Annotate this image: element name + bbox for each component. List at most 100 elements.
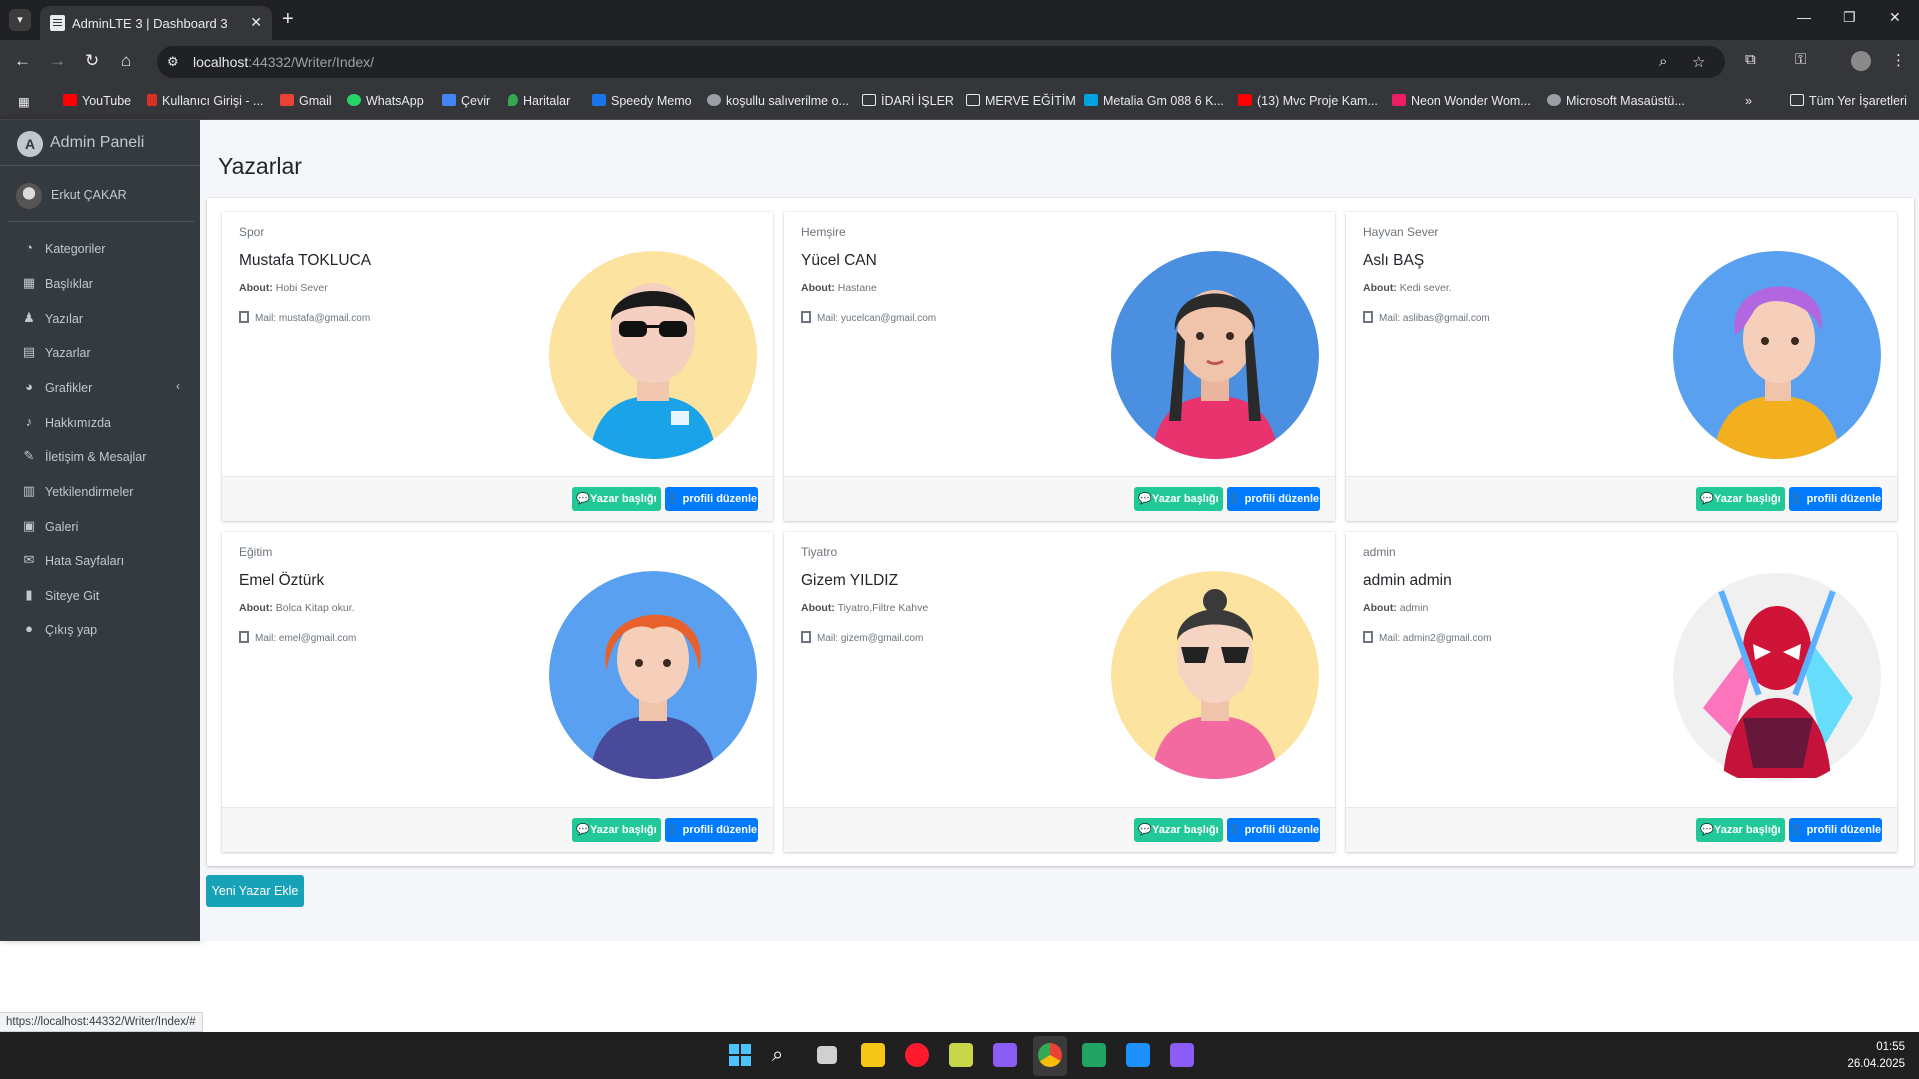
- building-icon: [239, 311, 249, 323]
- edit-profile-button[interactable]: 👤 profili düzenle: [1227, 487, 1320, 511]
- sidebar-item-yazilar[interactable]: ♟ Yazılar: [8, 304, 194, 334]
- bookmark-gmail[interactable]: Gmail: [280, 94, 332, 108]
- edit-profile-button[interactable]: 👤 profili düzenle: [1227, 818, 1320, 842]
- brand-link[interactable]: A Admin Paneli: [0, 120, 200, 166]
- windows-start-icon[interactable]: [728, 1043, 752, 1067]
- home-icon[interactable]: ⌂: [121, 51, 131, 71]
- folder-icon: [1790, 94, 1804, 106]
- file-explorer-icon[interactable]: [861, 1043, 885, 1067]
- building-icon: [801, 631, 811, 643]
- tab-close-icon[interactable]: ✕: [250, 14, 262, 31]
- window-close-icon[interactable]: ✕: [1889, 9, 1901, 26]
- bookmarks-bar: ▦ YouTube Kullanıcı Girişi - ... Gmail W…: [0, 84, 1919, 120]
- writer-titles-button[interactable]: 💬Yazar başlığı: [572, 818, 661, 842]
- bookmark-youtube[interactable]: YouTube: [63, 94, 131, 108]
- image-icon: ▣: [22, 518, 36, 533]
- writer-about: About: Kedi sever.: [1363, 282, 1452, 294]
- restore-icon[interactable]: ❐: [1843, 9, 1856, 26]
- sidebar-item-hakkimizda[interactable]: ♪ Hakkımızda: [8, 408, 194, 438]
- bookmark-speedy-memo[interactable]: Speedy Memo: [592, 94, 692, 108]
- edit-profile-button[interactable]: 👤 profili düzenle: [665, 818, 758, 842]
- bookmark-folder-idari[interactable]: İDARİ İŞLER: [862, 94, 954, 108]
- edit-profile-button[interactable]: 👤 profili düzenle: [665, 487, 758, 511]
- reload-icon[interactable]: ↻: [85, 51, 99, 71]
- writer-titles-button[interactable]: 💬Yazar başlığı: [1696, 487, 1785, 511]
- apps-grid-icon[interactable]: ▦: [18, 94, 30, 109]
- writer-titles-button[interactable]: 💬Yazar başlığı: [572, 487, 661, 511]
- sheets-app-icon[interactable]: [1082, 1043, 1106, 1067]
- writer-avatar: [1111, 571, 1319, 779]
- bookmark-microsoft[interactable]: Microsoft Masaüstü...: [1547, 94, 1685, 108]
- writer-about: About: Hastane: [801, 282, 877, 294]
- bookmark-whatsapp[interactable]: WhatsApp: [347, 94, 424, 108]
- sidebar-item-grafikler[interactable]: ◕ Grafikler ‹: [8, 373, 194, 403]
- globe-icon: [1547, 94, 1561, 106]
- chrome-icon[interactable]: [1038, 1043, 1062, 1067]
- all-bookmarks-folder[interactable]: Tüm Yer İşaretleri: [1790, 94, 1907, 108]
- task-view-icon[interactable]: [817, 1046, 837, 1064]
- writer-titles-button[interactable]: 💬Yazar başlığı: [1134, 818, 1223, 842]
- bookmark-folder-merve[interactable]: MERVE EĞİTİM: [966, 94, 1076, 108]
- password-key-icon[interactable]: ⚿: [1795, 51, 1806, 68]
- bookmark-haritalar[interactable]: Haritalar: [508, 94, 570, 108]
- page-favicon-icon: [50, 15, 65, 31]
- search-icon[interactable]: ⌕: [772, 1043, 796, 1067]
- tab-search-button[interactable]: ▾: [9, 9, 31, 31]
- building-icon: [1363, 311, 1373, 323]
- sidebar-item-yazarlar[interactable]: ▤ Yazarlar: [8, 338, 194, 368]
- user-panel[interactable]: Erkut ÇAKAR: [8, 172, 194, 222]
- browser-tab-bar: ▾ AdminLTE 3 | Dashboard 3 ✕ + — ❐ ✕: [0, 0, 1919, 40]
- clock-time[interactable]: 01:55: [1855, 1041, 1905, 1053]
- calendar-app-icon[interactable]: [1126, 1043, 1150, 1067]
- new-tab-icon[interactable]: +: [282, 8, 294, 31]
- whatsapp-icon: [347, 94, 361, 106]
- bookmark-kullanici[interactable]: Kullanıcı Girişi - ...: [147, 94, 263, 108]
- sidebar-item-iletisim[interactable]: ✎ İletişim & Mesajlar: [8, 442, 194, 472]
- sidebar-item-kategoriler[interactable]: ◔ Kategoriler: [8, 234, 194, 264]
- bookmark-metalia[interactable]: Metalia Gm 088 6 K...: [1084, 94, 1224, 108]
- edit-profile-button[interactable]: 👤 profili düzenle: [1789, 818, 1882, 842]
- sidebar-item-galeri[interactable]: ▣ Galeri: [8, 512, 194, 542]
- apple-icon: ●: [25, 621, 33, 636]
- minimize-icon[interactable]: —: [1797, 9, 1811, 25]
- sidebar-item-yetkilendirmeler[interactable]: ▥ Yetkilendirmeler: [8, 477, 194, 507]
- back-icon[interactable]: ←: [14, 51, 31, 71]
- extensions-icon[interactable]: ⧉: [1745, 51, 1756, 68]
- bookmark-mvc-proje[interactable]: (13) Mvc Proje Kam...: [1238, 94, 1378, 108]
- writer-name: Mustafa TOKLUCA: [239, 252, 372, 269]
- chrome-menu-icon[interactable]: ⋮: [1891, 51, 1906, 69]
- sidebar-item-label: İletişim & Mesajlar: [45, 450, 147, 464]
- profile-avatar-icon[interactable]: [1851, 51, 1871, 71]
- opera-icon[interactable]: [905, 1043, 929, 1067]
- browser-tab-active[interactable]: AdminLTE 3 | Dashboard 3 ✕: [40, 6, 272, 40]
- paint-app-icon[interactable]: [949, 1043, 973, 1067]
- forward-icon[interactable]: →: [49, 51, 66, 71]
- th-icon: ▦: [22, 275, 36, 290]
- visual-studio-icon[interactable]: [1170, 1043, 1194, 1067]
- bookmark-kosullu[interactable]: koşullu salıverilme o...: [707, 94, 849, 108]
- windows-taskbar: ⌕ 01:55 26.04.2025: [0, 1032, 1919, 1079]
- sidebar-item-cikis[interactable]: ● Çıkış yap: [8, 615, 194, 645]
- writer-about: About: Bolca Kitap okur.: [239, 602, 355, 614]
- url-text[interactable]: localhost:44332/Writer/Index/: [193, 54, 374, 70]
- sidebar-item-basliklar[interactable]: ▦ Başlıklar: [8, 269, 194, 299]
- writer-category: Hayvan Sever: [1363, 225, 1439, 239]
- add-writer-button[interactable]: Yeni Yazar Ekle: [206, 875, 304, 907]
- sidebar-item-siteye-git[interactable]: ▮ Siteye Git: [8, 581, 194, 611]
- metalia-icon: [1084, 94, 1098, 106]
- more-bookmarks-icon[interactable]: »: [1745, 94, 1752, 108]
- omnibox[interactable]: ⚙ localhost:44332/Writer/Index/ ⌕ ☆: [157, 46, 1725, 78]
- bookmark-cevir[interactable]: Çevir: [442, 94, 490, 108]
- writer-titles-button[interactable]: 💬Yazar başlığı: [1134, 487, 1223, 511]
- sidebar-item-label: Hakkımızda: [45, 416, 111, 430]
- tab-title: AdminLTE 3 | Dashboard 3: [72, 16, 228, 31]
- zoom-icon[interactable]: ⌕: [1659, 53, 1667, 70]
- visual-studio-icon[interactable]: [993, 1043, 1017, 1067]
- clock-date[interactable]: 26.04.2025: [1835, 1058, 1905, 1070]
- bookmark-neon-wonder[interactable]: Neon Wonder Wom...: [1392, 94, 1531, 108]
- bookmark-star-icon[interactable]: ☆: [1692, 53, 1705, 71]
- sidebar-item-hata-sayfalari[interactable]: ✉ Hata Sayfaları: [8, 546, 194, 576]
- edit-profile-button[interactable]: 👤 profili düzenle: [1789, 487, 1882, 511]
- writer-titles-button[interactable]: 💬Yazar başlığı: [1696, 818, 1785, 842]
- site-info-icon[interactable]: ⚙: [167, 54, 179, 70]
